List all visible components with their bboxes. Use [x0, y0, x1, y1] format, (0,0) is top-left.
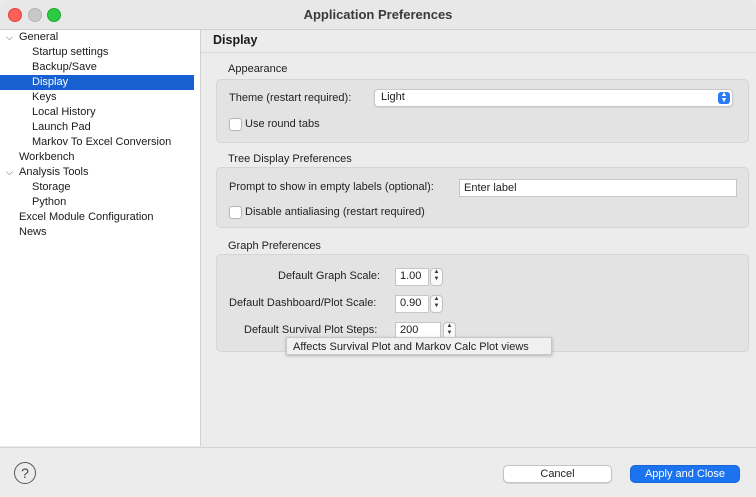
round-tabs-checkbox[interactable] [229, 118, 242, 131]
dashboard-scale-value: 0.90 [400, 297, 422, 309]
tree-item-workbench[interactable]: Workbench [0, 150, 199, 165]
page-title: Display [213, 33, 258, 47]
title-divider [201, 52, 756, 53]
tree-item-backup-save[interactable]: Backup/Save [0, 60, 199, 75]
tree-item-markov-to-excel[interactable]: Markov To Excel Conversion [0, 135, 199, 150]
appearance-group: Theme (restart required): Light ▲ ▼ Use r… [216, 79, 749, 143]
round-tabs-label: Use round tabs [245, 118, 320, 130]
appearance-group-label: Appearance [228, 63, 288, 75]
graph-scale-field[interactable]: 1.00 [395, 268, 429, 286]
graph-scale-label: Default Graph Scale: [278, 270, 381, 282]
graph-group-label: Graph Preferences [228, 240, 321, 252]
tree-item-keys[interactable]: Keys [0, 90, 199, 105]
tree-item-general[interactable]: General [0, 30, 199, 45]
survival-steps-label: Default Survival Plot Steps: [244, 324, 378, 336]
theme-select[interactable]: Light ▲ ▼ [374, 89, 733, 107]
tree-item-launch-pad[interactable]: Launch Pad [0, 120, 199, 135]
theme-label: Theme (restart required): [229, 92, 352, 104]
preferences-window: Application Preferences ⌵ General Startu… [0, 0, 756, 497]
apply-and-close-button[interactable]: Apply and Close [630, 465, 740, 483]
title-bar: Application Preferences [0, 0, 756, 30]
tree-item-startup-settings[interactable]: Startup settings [0, 45, 199, 60]
tree-item-analysis-tools[interactable]: Analysis Tools [0, 165, 199, 180]
antialias-checkbox[interactable] [229, 206, 242, 219]
cancel-button[interactable]: Cancel [503, 465, 612, 483]
window-title: Application Preferences [303, 7, 453, 22]
tree-item-news[interactable]: News [0, 225, 199, 240]
updown-arrows-icon: ▲ ▼ [718, 91, 730, 104]
dashboard-scale-stepper[interactable]: ▲ ▼ [430, 295, 443, 313]
tree-display-group: Prompt to show in empty labels (optional… [216, 167, 749, 228]
footer-bar: ? Cancel Apply and Close [0, 447, 756, 497]
survival-steps-tooltip: Affects Survival Plot and Markov Calc Pl… [286, 337, 552, 355]
tree-item-python[interactable]: Python [0, 195, 199, 210]
tree-item-local-history[interactable]: Local History [0, 105, 199, 120]
graph-scale-stepper[interactable]: ▲ ▼ [430, 268, 443, 286]
survival-steps-value: 200 [400, 324, 419, 336]
prompt-label: Prompt to show in empty labels (optional… [229, 181, 434, 193]
graph-scale-value: 1.00 [400, 270, 422, 282]
preferences-tree: ⌵ General Startup settings Backup/Save D… [0, 30, 201, 446]
tree-item-excel-module-config[interactable]: Excel Module Configuration [0, 210, 199, 225]
prompt-input[interactable] [460, 180, 736, 196]
tree-display-group-label: Tree Display Preferences [228, 153, 352, 165]
antialias-label: Disable antialiasing (restart required) [245, 206, 425, 218]
prompt-field[interactable] [459, 179, 737, 197]
tree-item-storage[interactable]: Storage [0, 180, 199, 195]
dashboard-scale-field[interactable]: 0.90 [395, 295, 429, 313]
preferences-page: Display Appearance Theme (restart requir… [201, 30, 756, 446]
tree-item-display[interactable]: Display [0, 75, 194, 90]
theme-select-value: Light [381, 91, 405, 103]
dashboard-scale-label: Default Dashboard/Plot Scale: [229, 297, 377, 309]
help-icon[interactable]: ? [14, 462, 36, 484]
